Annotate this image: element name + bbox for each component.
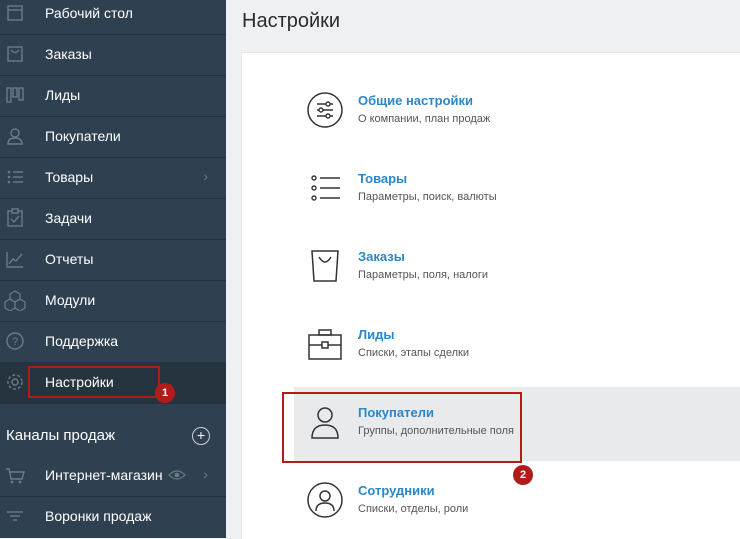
sidebar-item-label: Лиды bbox=[45, 87, 81, 103]
settings-item-desc: Параметры, поля, налоги bbox=[358, 269, 489, 281]
sidebar-item-label: Покупатели bbox=[45, 128, 121, 144]
briefcase-icon bbox=[306, 325, 344, 363]
sidebar-item-tasks[interactable]: Задачи bbox=[0, 198, 226, 240]
settings-item-products[interactable]: Товары Параметры, поиск, валюты bbox=[294, 153, 740, 227]
funnel-icon bbox=[4, 505, 26, 527]
settings-item-desc: Параметры, поиск, валюты bbox=[358, 191, 497, 203]
settings-item-title[interactable]: Общие настройки bbox=[358, 93, 473, 109]
sidebar-item-leads[interactable]: Лиды bbox=[0, 75, 226, 117]
settings-item-leads[interactable]: Лиды Списки, этапы сделки bbox=[294, 309, 740, 383]
chevron-right-icon[interactable]: › bbox=[203, 465, 208, 483]
settings-card: Общие настройки О компании, план продаж … bbox=[241, 52, 740, 539]
eye-icon[interactable] bbox=[168, 468, 186, 482]
settings-item-desc: Списки, этапы сделки bbox=[358, 347, 469, 359]
annotation-box-1 bbox=[28, 366, 160, 398]
tasks-icon bbox=[4, 207, 26, 229]
annotation-box-2 bbox=[282, 392, 522, 463]
support-icon: ? bbox=[4, 330, 26, 352]
sidebar-item-label: Воронки продаж bbox=[45, 508, 152, 524]
cart-icon bbox=[4, 464, 26, 486]
reports-icon bbox=[4, 248, 26, 270]
sidebar-item-dashboard[interactable]: Рабочий стол bbox=[0, 0, 226, 35]
sidebar-item-label: Товары bbox=[45, 169, 94, 185]
sidebar-item-reports[interactable]: Отчеты bbox=[0, 239, 226, 281]
customers-icon bbox=[4, 125, 26, 147]
svg-text:?: ? bbox=[12, 336, 18, 348]
settings-item-orders[interactable]: Заказы Параметры, поля, налоги bbox=[294, 231, 740, 305]
settings-item-title[interactable]: Заказы bbox=[358, 249, 405, 265]
main-content: Настройки Общие настройки О компании, пл… bbox=[226, 0, 740, 539]
sidebar-item-label: Поддержка bbox=[45, 333, 119, 349]
sidebar: Рабочий стол Заказы Лиды Покупатели Това… bbox=[0, 0, 226, 538]
leads-icon bbox=[4, 84, 26, 106]
sidebar-item-label: Заказы bbox=[45, 46, 92, 62]
products-icon bbox=[4, 166, 26, 188]
sliders-icon bbox=[306, 91, 344, 129]
employee-icon bbox=[306, 481, 344, 519]
sidebar-item-modules[interactable]: Модули bbox=[0, 280, 226, 322]
gear-icon bbox=[4, 371, 26, 393]
sidebar-item-customers[interactable]: Покупатели bbox=[0, 116, 226, 158]
sidebar-item-orders[interactable]: Заказы bbox=[0, 34, 226, 76]
settings-item-desc: Списки, отделы, роли bbox=[358, 503, 469, 515]
annotation-badge-2: 2 bbox=[513, 465, 533, 485]
sidebar-item-label: Интернет-магазин bbox=[45, 467, 163, 483]
settings-item-title[interactable]: Товары bbox=[358, 171, 407, 187]
dashboard-icon bbox=[4, 2, 26, 24]
sidebar-item-products[interactable]: Товары › bbox=[0, 157, 226, 199]
sidebar-item-label: Задачи bbox=[45, 210, 93, 226]
sidebar-item-support[interactable]: ? Поддержка bbox=[0, 321, 226, 363]
page-title: Настройки bbox=[242, 10, 341, 32]
sidebar-item-label: Рабочий стол bbox=[45, 5, 133, 21]
settings-item-general[interactable]: Общие настройки О компании, план продаж bbox=[294, 75, 740, 149]
sidebar-item-label: Отчеты bbox=[45, 251, 94, 267]
sidebar-item-label: Модули bbox=[45, 292, 96, 308]
chevron-right-icon[interactable]: › bbox=[203, 167, 208, 185]
settings-item-desc: О компании, план продаж bbox=[358, 113, 491, 125]
bag-icon bbox=[306, 247, 344, 285]
modules-icon bbox=[4, 289, 26, 311]
sidebar-item-sales-funnels[interactable]: Воронки продаж bbox=[0, 496, 226, 537]
sidebar-item-online-store[interactable]: Интернет-магазин › bbox=[0, 455, 226, 497]
settings-item-title[interactable]: Сотрудники bbox=[358, 483, 435, 499]
orders-icon bbox=[4, 43, 26, 65]
sales-channels-header: Каналы продаж + bbox=[0, 414, 226, 458]
add-channel-button[interactable]: + bbox=[192, 427, 210, 445]
section-title: Каналы продаж bbox=[6, 427, 116, 444]
settings-item-title[interactable]: Лиды bbox=[358, 327, 394, 343]
list-icon bbox=[306, 169, 344, 207]
annotation-badge-1: 1 bbox=[155, 383, 175, 403]
